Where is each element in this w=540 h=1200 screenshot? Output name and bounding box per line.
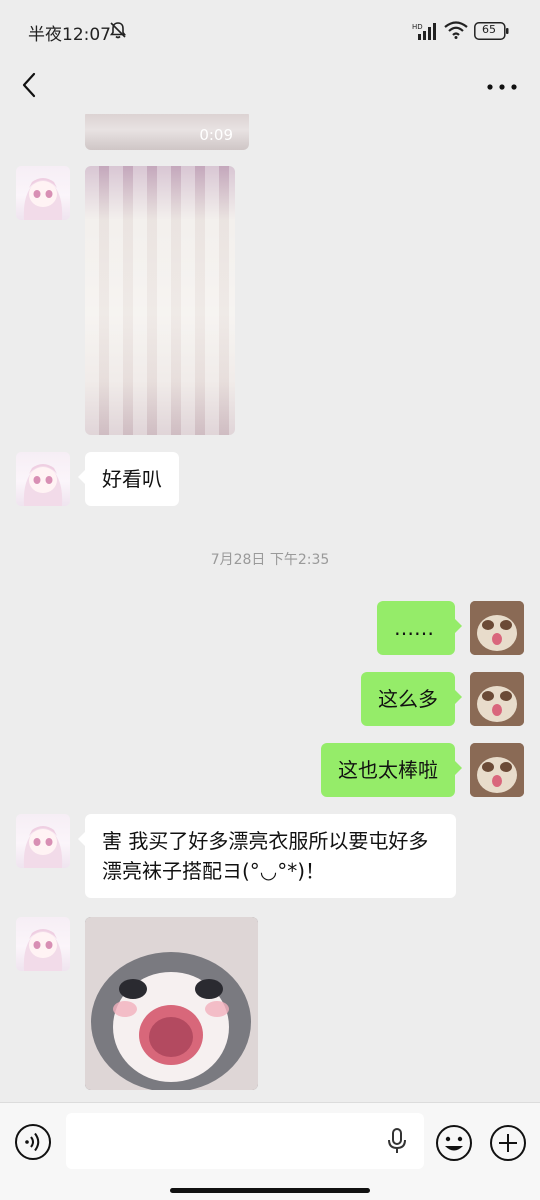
- plus-icon: [490, 1125, 526, 1161]
- cat-sticker-image: [85, 917, 258, 1090]
- status-bar: 半夜12:07 HD 65: [0, 0, 540, 62]
- sticker-message[interactable]: [85, 917, 258, 1090]
- contact-avatar[interactable]: [16, 917, 70, 971]
- wifi-icon: [444, 21, 468, 39]
- message-input[interactable]: [66, 1113, 424, 1169]
- received-message-bubble[interactable]: 害 我买了好多漂亮衣服所以要屯好多漂亮袜子搭配ヨ(°◡°*)！: [78, 814, 456, 898]
- contact-avatar[interactable]: [16, 452, 70, 506]
- voice-button[interactable]: [14, 1123, 52, 1161]
- status-time: 半夜12:07: [28, 25, 111, 45]
- contact-avatar[interactable]: [16, 814, 70, 868]
- mic-icon[interactable]: [386, 1127, 408, 1155]
- video-message[interactable]: 0:09: [85, 114, 249, 150]
- battery-icon: 65: [474, 22, 510, 40]
- video-duration: 0:09: [199, 126, 233, 144]
- sent-message-bubble[interactable]: ……: [377, 601, 462, 655]
- message-text: 害 我买了好多漂亮衣服所以要屯好多漂亮袜子搭配ヨ(°◡°*)！: [102, 829, 429, 883]
- message-timestamp: 7月28日 下午2:35: [210, 552, 330, 568]
- voice-icon: [15, 1124, 51, 1160]
- hd-signal-icon: HD: [412, 23, 436, 40]
- contact-avatar[interactable]: [16, 166, 70, 220]
- chat-header: [0, 62, 540, 114]
- anime-girl-avatar-image: [23, 464, 63, 506]
- photo-message[interactable]: [85, 166, 235, 435]
- chevron-left-icon: [22, 72, 36, 98]
- message-list[interactable]: 0:09 好看叭 7月28日 下午2:35 …… 这么多 这也太棒啦 害 我买了…: [0, 114, 540, 1102]
- emoji-icon: [436, 1125, 472, 1161]
- message-text: 这么多: [378, 687, 438, 711]
- more-dots-icon: [487, 84, 517, 90]
- mute-bell-icon: [109, 22, 127, 39]
- received-message-bubble[interactable]: 好看叭: [78, 452, 179, 506]
- anime-girl-avatar-image: [23, 178, 63, 220]
- my-avatar[interactable]: [470, 672, 524, 726]
- anime-girl-avatar-image: [23, 826, 63, 868]
- emoji-button[interactable]: [434, 1123, 474, 1163]
- cat-avatar-image: [470, 672, 524, 726]
- svg-text:HD: HD: [412, 23, 423, 31]
- cat-avatar-image: [470, 601, 524, 655]
- more-button[interactable]: [482, 70, 522, 100]
- battery-level: 65: [482, 23, 496, 36]
- my-avatar[interactable]: [470, 743, 524, 797]
- sent-message-bubble[interactable]: 这也太棒啦: [321, 743, 462, 797]
- message-text: ……: [394, 616, 434, 640]
- home-indicator[interactable]: [170, 1188, 370, 1193]
- message-text: 好看叭: [102, 467, 162, 491]
- input-bar: [0, 1102, 540, 1200]
- back-button[interactable]: [14, 66, 48, 106]
- sent-message-bubble[interactable]: 这么多: [361, 672, 462, 726]
- my-avatar[interactable]: [470, 601, 524, 655]
- plus-button[interactable]: [488, 1123, 528, 1163]
- anime-girl-avatar-image: [23, 929, 63, 971]
- cat-avatar-image: [470, 743, 524, 797]
- message-text: 这也太棒啦: [338, 758, 438, 782]
